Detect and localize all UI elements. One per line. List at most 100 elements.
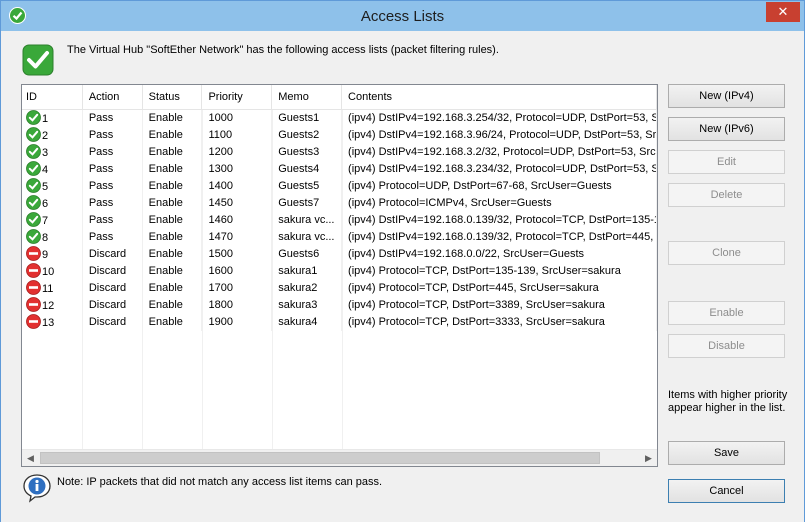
row-id: 4 — [22, 161, 83, 178]
table-row[interactable]: 10 Discard Enable 1600 sakura1 (ipv4) Protoco… — [22, 263, 657, 280]
disable-button[interactable]: Disable — [668, 334, 785, 358]
row-status: Enable — [143, 195, 203, 212]
row-id: 8 — [22, 229, 83, 246]
row-status: Enable — [143, 161, 203, 178]
row-status: Enable — [143, 314, 203, 331]
row-priority: 1000 — [202, 110, 273, 127]
header-description: The Virtual Hub "SoftEther Network" has … — [67, 44, 499, 56]
shield-check-icon — [22, 44, 54, 76]
row-id-text: 10 — [42, 266, 55, 278]
row-id-text: 4 — [42, 164, 49, 176]
discard-stop-icon — [26, 314, 41, 329]
row-id-text: 6 — [42, 198, 49, 210]
row-id: 11 — [22, 280, 83, 297]
row-contents: (ipv4) Protocol=ICMPv4, SrcUser=Guests — [342, 195, 657, 212]
row-action: Pass — [83, 144, 143, 161]
new-ipv6-button[interactable]: New (IPv6) — [668, 117, 785, 141]
table-row[interactable]: 11 Discard Enable 1700 sakura2 (ipv4) Protoco… — [22, 280, 657, 297]
table-row[interactable]: 12 Discard Enable 1800 sakura3 (ipv4) Protoco… — [22, 297, 657, 314]
cancel-button[interactable]: Cancel — [668, 479, 785, 503]
access-list-table[interactable]: ID Action Status Priority Memo Contents … — [21, 84, 658, 467]
table-row[interactable]: 3 Pass Enable 1200 Guests3 (ipv4) DstIPv4=192… — [22, 144, 657, 161]
row-action: Pass — [83, 178, 143, 195]
edit-button[interactable]: Edit — [668, 150, 785, 174]
row-status: Enable — [143, 178, 203, 195]
table-row[interactable]: 7 Pass Enable 1460 sakura vc... (ipv4) DstIPv… — [22, 212, 657, 229]
row-id: 12 — [22, 297, 83, 314]
discard-stop-icon — [26, 280, 41, 295]
column-header-id[interactable]: ID — [22, 85, 83, 110]
row-id-text: 13 — [42, 317, 55, 329]
new-ipv4-button[interactable]: New (IPv4) — [668, 84, 785, 108]
note-text: Note: IP packets that did not match any … — [57, 476, 383, 488]
row-memo: Guests1 — [272, 110, 343, 127]
column-header-status[interactable]: Status — [143, 85, 203, 110]
row-contents: (ipv4) DstIPv4=192.168.0.139/32, Protoco… — [342, 229, 657, 246]
row-priority: 1450 — [202, 195, 273, 212]
table-row[interactable]: 9 Discard Enable 1500 Guests6 (ipv4) DstIPv4=… — [22, 246, 657, 263]
row-contents: (ipv4) Protocol=TCP, DstPort=3333, SrcUs… — [342, 314, 657, 331]
close-button[interactable]: ✕ — [766, 2, 800, 22]
row-action: Discard — [83, 314, 143, 331]
table-row[interactable]: 2 Pass Enable 1100 Guests2 (ipv4) DstIPv4=192… — [22, 127, 657, 144]
row-priority: 1500 — [202, 246, 273, 263]
title-bar[interactable]: Access Lists ✕ — [1, 1, 804, 31]
column-header-action[interactable]: Action — [83, 85, 143, 110]
row-memo: Guests3 — [272, 144, 343, 161]
pass-check-icon — [26, 178, 41, 193]
scrollbar-thumb[interactable] — [40, 452, 600, 464]
pass-check-icon — [26, 161, 41, 176]
row-id: 7 — [22, 212, 83, 229]
scroll-left-icon[interactable]: ◀ — [22, 450, 39, 466]
row-memo: Guests7 — [272, 195, 343, 212]
row-action: Pass — [83, 195, 143, 212]
row-memo: sakura vc... — [272, 212, 343, 229]
discard-stop-icon — [26, 263, 41, 278]
pass-check-icon — [26, 110, 41, 125]
column-header-memo[interactable]: Memo — [272, 85, 343, 110]
row-id-text: 1 — [42, 113, 49, 125]
row-id-text: 9 — [42, 249, 49, 261]
row-memo: Guests6 — [272, 246, 343, 263]
table-row[interactable]: 13 Discard Enable 1900 sakura4 (ipv4) Protoco… — [22, 314, 657, 331]
row-memo: sakura vc... — [272, 229, 343, 246]
row-contents: (ipv4) Protocol=TCP, DstPort=135-139, Sr… — [342, 263, 657, 280]
row-memo: sakura2 — [272, 280, 343, 297]
table-row[interactable]: 6 Pass Enable 1450 Guests7 (ipv4) Protocol=IC… — [22, 195, 657, 212]
row-contents: (ipv4) Protocol=UDP, DstPort=67-68, SrcU… — [342, 178, 657, 195]
row-id: 9 — [22, 246, 83, 263]
priority-hint: Items with higher priority appear higher… — [668, 389, 788, 414]
scroll-right-icon[interactable]: ▶ — [640, 450, 657, 466]
row-memo: sakura3 — [272, 297, 343, 314]
pass-check-icon — [26, 127, 41, 142]
row-memo: Guests2 — [272, 127, 343, 144]
row-id-text: 11 — [42, 283, 54, 295]
table-row[interactable]: 5 Pass Enable 1400 Guests5 (ipv4) Protocol=UD… — [22, 178, 657, 195]
column-header-priority[interactable]: Priority — [202, 85, 273, 110]
save-button[interactable]: Save — [668, 441, 785, 465]
enable-button[interactable]: Enable — [668, 301, 785, 325]
access-lists-window: Access Lists ✕ The Virtual Hub "SoftEthe… — [0, 0, 805, 522]
row-status: Enable — [143, 212, 203, 229]
row-priority: 1700 — [202, 280, 273, 297]
row-contents: (ipv4) DstIPv4=192.168.3.2/32, Protocol=… — [342, 144, 657, 161]
row-contents: (ipv4) Protocol=TCP, DstPort=3389, SrcUs… — [342, 297, 657, 314]
row-status: Enable — [143, 263, 203, 280]
row-priority: 1300 — [202, 161, 273, 178]
column-header-contents[interactable]: Contents — [342, 85, 657, 110]
row-action: Pass — [83, 229, 143, 246]
table-row[interactable]: 1 Pass Enable 1000 Guests1 (ipv4) DstIPv4=192… — [22, 110, 657, 127]
row-priority: 1470 — [202, 229, 273, 246]
clone-button[interactable]: Clone — [668, 241, 785, 265]
row-action: Pass — [83, 110, 143, 127]
row-priority: 1460 — [202, 212, 273, 229]
delete-button[interactable]: Delete — [668, 183, 785, 207]
table-header: ID Action Status Priority Memo Contents — [22, 85, 657, 110]
row-priority: 1600 — [202, 263, 273, 280]
table-row[interactable]: 4 Pass Enable 1300 Guests4 (ipv4) DstIPv4=192… — [22, 161, 657, 178]
row-id-text: 12 — [42, 300, 55, 312]
table-body: 1 Pass Enable 1000 Guests1 (ipv4) DstIPv4=192… — [22, 110, 657, 331]
table-row[interactable]: 8 Pass Enable 1470 sakura vc... (ipv4) DstIPv… — [22, 229, 657, 246]
horizontal-scrollbar[interactable]: ◀ ▶ — [22, 449, 657, 466]
row-action: Pass — [83, 212, 143, 229]
